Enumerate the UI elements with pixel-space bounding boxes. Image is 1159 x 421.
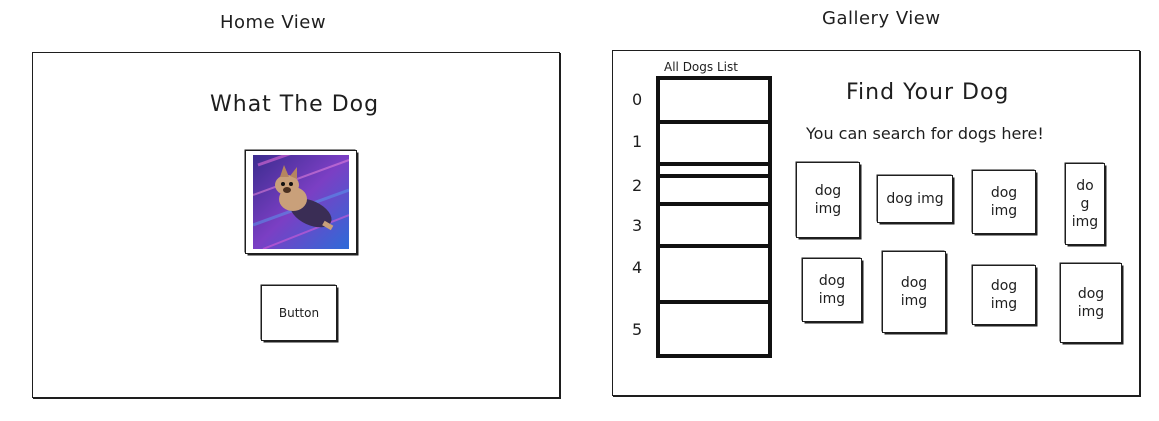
dogs-list-label: All Dogs List xyxy=(664,60,738,74)
list-item-index[interactable]: 1 xyxy=(632,132,642,151)
list-divider xyxy=(656,244,772,248)
dog-card[interactable]: dog img xyxy=(802,258,862,322)
dog-card[interactable]: dog img xyxy=(796,162,860,238)
dog-card[interactable]: dog img xyxy=(972,265,1036,325)
dog-card[interactable]: dog img xyxy=(972,170,1036,234)
list-divider xyxy=(656,300,772,304)
dogs-list xyxy=(656,76,772,358)
dog-card[interactable]: dog img xyxy=(882,251,946,333)
list-item-index[interactable]: 3 xyxy=(632,216,642,235)
list-divider xyxy=(656,174,772,178)
dog-card[interactable]: dog img xyxy=(1060,263,1122,343)
dog-card[interactable]: dog img xyxy=(877,175,953,223)
list-divider xyxy=(656,120,772,124)
home-view-title: Home View xyxy=(220,12,327,33)
gallery-subtitle: You can search for dogs here! xyxy=(806,124,1044,143)
list-divider xyxy=(656,202,772,206)
list-item-index[interactable]: 5 xyxy=(632,320,642,339)
gallery-title: Find Your Dog xyxy=(846,80,1010,105)
list-item-index[interactable]: 4 xyxy=(632,258,642,277)
dog-image-frame xyxy=(245,150,357,254)
list-divider xyxy=(656,162,772,166)
list-item-index[interactable]: 0 xyxy=(632,90,642,109)
dog-card[interactable]: do g img xyxy=(1065,163,1105,245)
list-item-index[interactable]: 2 xyxy=(632,176,642,195)
gallery-view-title: Gallery View xyxy=(822,8,941,29)
dog-image xyxy=(253,155,349,249)
home-button[interactable]: Button xyxy=(261,285,337,341)
home-title: What The Dog xyxy=(210,92,380,117)
